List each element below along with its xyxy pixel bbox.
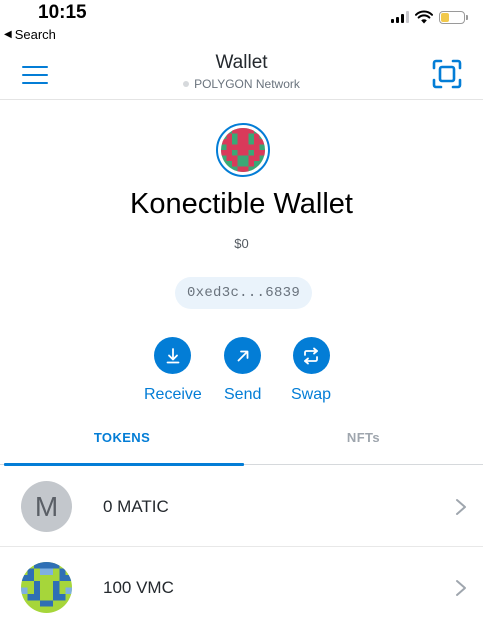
chevron-right-icon (456, 499, 466, 515)
back-to-search-link[interactable]: ◀ Search (4, 27, 56, 42)
account-avatar[interactable] (216, 123, 270, 177)
status-icons (391, 10, 468, 24)
network-name: POLYGON Network (194, 77, 300, 91)
network-indicator[interactable]: POLYGON Network (0, 77, 483, 91)
back-label: Search (14, 27, 56, 42)
send-label: Send (224, 386, 262, 403)
asset-tabs: TOKENS NFTs (0, 420, 483, 466)
swap-label: Swap (291, 386, 332, 403)
cellular-signal-icon (391, 11, 409, 23)
token-row-matic[interactable]: M 0 MATIC (0, 466, 483, 547)
receive-button[interactable]: Receive (144, 337, 202, 404)
qr-scan-icon[interactable] (431, 58, 463, 90)
back-triangle-icon: ◀ (4, 29, 12, 40)
download-icon (166, 347, 180, 363)
send-button[interactable]: Send (224, 337, 261, 404)
status-bar: 10:15 ◀ Search (0, 0, 483, 44)
account-name[interactable]: Konectible Wallet (0, 188, 483, 221)
account-address-button[interactable]: 0xed3c...6839 (175, 277, 312, 309)
chevron-right-icon (456, 580, 466, 596)
swap-button[interactable]: Swap (291, 337, 331, 404)
network-dot-icon (183, 81, 190, 87)
tab-nfts[interactable]: NFTs (244, 430, 483, 445)
account-balance: $0 (234, 236, 249, 251)
token-amount: 0 MATIC (103, 497, 169, 516)
wifi-icon (415, 10, 433, 24)
token-amount: 100 VMC (103, 578, 174, 597)
status-time: 10:15 (38, 2, 87, 23)
vmc-token-icon (21, 562, 72, 613)
matic-token-icon: M (21, 481, 72, 532)
wallet-header: Wallet POLYGON Network (0, 46, 483, 100)
receive-label: Receive (144, 386, 202, 403)
arrow-up-right-icon (237, 350, 249, 361)
token-row-vmc[interactable]: 100 VMC (0, 547, 483, 626)
identicon-avatar-icon (221, 128, 265, 172)
tab-tokens[interactable]: TOKENS (0, 430, 244, 445)
token-list: M 0 MATIC 100 VMC (0, 466, 483, 626)
page-title: Wallet (215, 52, 268, 73)
swap-icon (304, 347, 318, 364)
battery-icon (439, 10, 468, 24)
